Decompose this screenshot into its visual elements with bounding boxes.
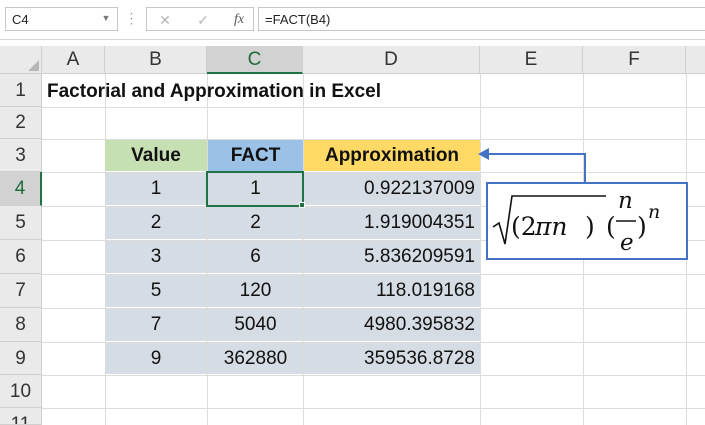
cell-approximation[interactable]: 4980.395832 [304,309,480,341]
column-header-f[interactable]: F [583,46,686,74]
row-header-7[interactable]: 7 [0,274,42,308]
insert-function-icon[interactable]: fx [227,11,251,29]
sheet-title[interactable]: Factorial and Approximation in Excel [47,78,381,106]
svg-text:): ) [585,212,595,241]
row-header-11[interactable]: 11 [0,408,42,425]
formula-buttons: ✕ ✓ fx [146,7,254,31]
column-header-c[interactable]: C [207,46,303,74]
header-fact[interactable]: FACT [208,140,303,171]
svg-text:(: ( [606,212,616,241]
formula-input[interactable]: =FACT(B4) [258,7,705,31]
svg-text:n: n [618,188,633,214]
cell-approximation[interactable]: 0.922137009 [304,173,480,205]
svg-text:): ) [637,212,647,241]
select-all-icon [28,60,39,71]
column-header-b[interactable]: B [105,46,207,74]
column-header-d[interactable]: D [303,46,480,74]
header-approximation[interactable]: Approximation [304,140,480,171]
header-value[interactable]: Value [105,140,207,171]
cell-value[interactable]: 2 [105,207,207,239]
column-header-e[interactable]: E [480,46,583,74]
row-header-2[interactable]: 2 [0,107,42,139]
enter-icon[interactable]: ✓ [191,11,215,29]
svg-text:(2: (2 [511,212,537,241]
gridline [42,408,705,409]
svg-text:n: n [648,201,660,223]
formula-bar-grip-icon[interactable]: ⋮ [124,7,139,31]
gridline [480,74,481,425]
name-box-dropdown-icon[interactable]: ▼ [98,8,114,28]
row-header-10[interactable]: 10 [0,375,42,408]
cell-fact[interactable]: 362880 [208,343,303,374]
row-header-3[interactable]: 3 [0,139,42,172]
formula-textbox[interactable]: (2 πn ) ( n e ) n [486,182,688,260]
cell-approximation[interactable]: 5.836209591 [304,241,480,273]
gridline [42,107,705,108]
column-header-next[interactable] [686,46,705,74]
cell-value[interactable]: 9 [105,343,207,374]
row-header-8[interactable]: 8 [0,308,42,342]
svg-text:πn: πn [534,212,568,241]
gridline [42,375,705,376]
cell-value[interactable]: 1 [105,173,207,205]
cell-fact[interactable]: 2 [208,207,303,239]
row-header-6[interactable]: 6 [0,240,42,274]
column-header-a[interactable]: A [42,46,105,74]
active-cell-selection[interactable] [206,171,304,207]
row-header-9[interactable]: 9 [0,342,42,375]
row-header-5[interactable]: 5 [0,206,42,240]
approximation-formula: (2 πn ) ( n e ) n [492,188,660,256]
svg-text:e: e [620,230,634,256]
cell-fact[interactable]: 120 [208,275,303,307]
row-header-1[interactable]: 1 [0,74,42,107]
cell-fact[interactable]: 5040 [208,309,303,341]
cancel-icon[interactable]: ✕ [153,11,177,29]
cell-fact[interactable]: 6 [208,241,303,273]
cell-value[interactable]: 7 [105,309,207,341]
cell-approximation[interactable]: 359536.8728 [304,343,480,374]
row-header-4[interactable]: 4 [0,172,42,206]
cell-approximation[interactable]: 118.019168 [304,275,480,307]
cell-value[interactable]: 5 [105,275,207,307]
fill-handle[interactable] [299,202,305,208]
cell-value[interactable]: 3 [105,241,207,273]
cell-approximation[interactable]: 1.919004351 [304,207,480,239]
